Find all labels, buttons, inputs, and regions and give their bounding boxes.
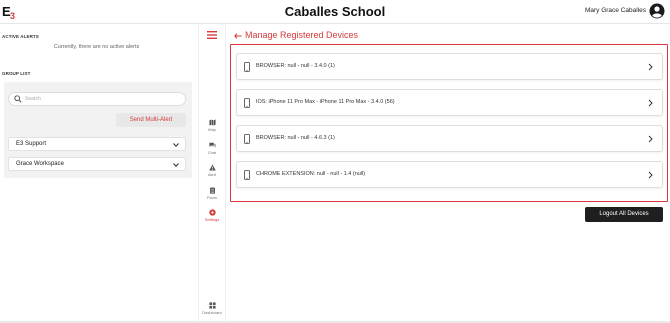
user-name[interactable]: Mary Grace Caballes bbox=[585, 7, 646, 14]
search-input[interactable] bbox=[25, 94, 175, 104]
send-multi-alert-button[interactable]: Send Multi-Alert bbox=[116, 113, 186, 127]
school-title: Caballes School bbox=[284, 4, 386, 19]
group-item-grace-workspace[interactable]: Grace Workspace bbox=[8, 157, 186, 171]
nav-item-plans[interactable]: Plans bbox=[199, 187, 225, 207]
group-search[interactable] bbox=[8, 92, 186, 106]
logout-all-devices-button[interactable]: Logout All Devices bbox=[585, 207, 663, 222]
chevron-right-icon bbox=[648, 135, 653, 143]
nav-label: Alert bbox=[207, 172, 217, 177]
group-item-label: Grace Workspace bbox=[16, 161, 64, 167]
group-item-e3-support[interactable]: E3 Support bbox=[8, 137, 186, 151]
dashboard-icon bbox=[208, 302, 216, 309]
map-icon bbox=[208, 119, 216, 126]
device-row[interactable]: BROWSER: null - null - 3.4.0 (1) bbox=[236, 53, 663, 80]
plans-icon bbox=[209, 187, 215, 194]
phone-icon bbox=[244, 134, 250, 144]
no-alerts-message: Currently, there are no active alerts bbox=[53, 44, 140, 50]
device-row[interactable]: IOS: iPhone 11 Pro Max - iPhone 11 Pro M… bbox=[236, 89, 663, 116]
device-row[interactable]: BROWSER: null - null - 4.6.3 (1) bbox=[236, 125, 663, 152]
nav-item-alert[interactable]: Alert bbox=[199, 164, 225, 184]
nav-label: Settings bbox=[204, 217, 220, 222]
back-arrow-icon[interactable] bbox=[234, 33, 242, 39]
app-root: E 3 Caballes School Mary Grace Caballes … bbox=[0, 0, 670, 323]
nav-label: Dashboard bbox=[202, 310, 222, 315]
search-icon bbox=[14, 95, 22, 103]
phone-icon bbox=[244, 98, 250, 108]
chevron-right-icon bbox=[648, 171, 653, 179]
group-list-label: GROUP LIST bbox=[2, 71, 31, 76]
nav-label: Map bbox=[208, 127, 216, 132]
chevron-down-icon bbox=[173, 143, 179, 148]
page-title: Manage Registered Devices bbox=[245, 30, 359, 40]
phone-icon bbox=[244, 170, 250, 180]
device-label: BROWSER: null - null - 4.6.3 (1) bbox=[256, 135, 335, 141]
avatar-icon[interactable] bbox=[649, 3, 665, 19]
settings-icon bbox=[208, 209, 216, 216]
nav-label: Plans bbox=[206, 195, 217, 200]
active-alerts-label: ACTIVE ALERTS bbox=[2, 34, 39, 39]
nav-item-dashboard[interactable]: Dashboard bbox=[199, 302, 225, 322]
alert-icon bbox=[208, 164, 216, 171]
nav-item-map[interactable]: Map bbox=[199, 119, 225, 139]
phone-icon bbox=[244, 62, 250, 72]
chat-icon bbox=[208, 142, 216, 148]
device-label: CHROME EXTENSION: null - null - 1.4 (nul… bbox=[256, 171, 366, 177]
device-label: IOS: iPhone 11 Pro Max - iPhone 11 Pro M… bbox=[256, 99, 395, 105]
group-item-label: E3 Support bbox=[16, 141, 47, 147]
nav-item-chat[interactable]: Chat bbox=[199, 142, 225, 162]
hamburger-menu-icon[interactable] bbox=[207, 31, 217, 39]
chevron-down-icon bbox=[173, 163, 179, 168]
nav-label: Chat bbox=[207, 150, 217, 155]
top-header: E 3 Caballes School Mary Grace Caballes bbox=[0, 0, 670, 24]
chevron-right-icon bbox=[648, 99, 653, 107]
chevron-right-icon bbox=[648, 63, 653, 71]
device-row[interactable]: CHROME EXTENSION: null - null - 1.4 (nul… bbox=[236, 161, 663, 188]
nav-item-settings[interactable]: Settings bbox=[199, 209, 225, 229]
device-label: BROWSER: null - null - 3.4.0 (1) bbox=[256, 63, 335, 69]
